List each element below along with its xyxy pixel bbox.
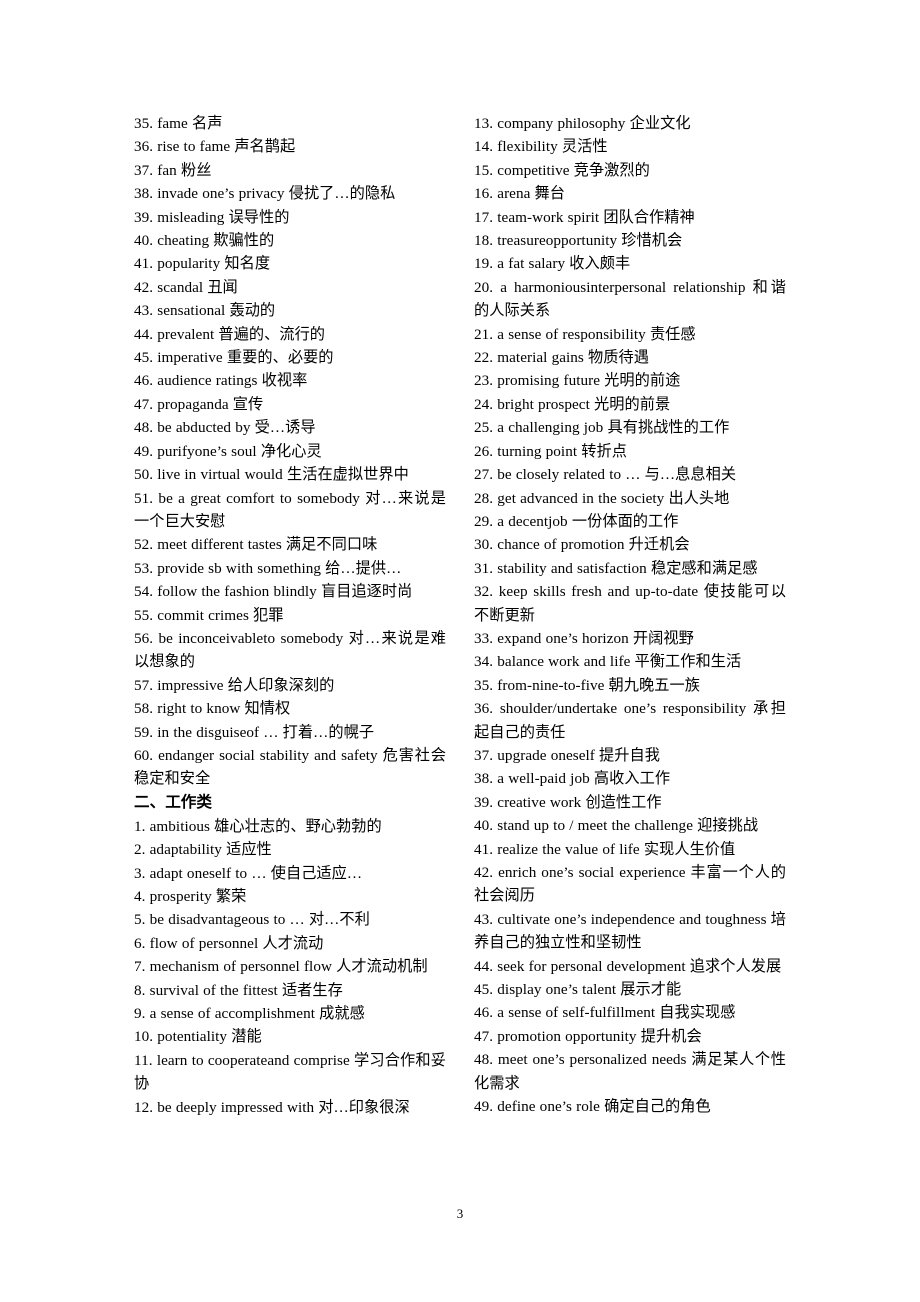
vocab-entry: 47. propaganda 宣传 xyxy=(134,395,264,413)
vocab-entry: 46. audience ratings 收视率 xyxy=(134,372,308,390)
vocab-entry: 44. prevalent 普遍的、流行的 xyxy=(134,325,326,343)
vocab-entry: 43. cultivate one’s independence and tou… xyxy=(474,910,786,952)
vocab-entry: 12. be deeply impressed with 对…印象很深 xyxy=(134,1098,410,1116)
vocab-entry: 55. commit crimes 犯罪 xyxy=(134,606,284,624)
vocab-entry: 51. be a great comfort to somebody 对…来说是… xyxy=(134,489,446,530)
vocab-entry: 22. material gains 物质待遇 xyxy=(474,349,649,367)
right-column-entries: 13. company philosophy 企业文化 14. flexibili… xyxy=(474,112,786,1118)
vocab-entry: 45. display one’s talent 展示才能 xyxy=(474,981,682,999)
vocab-entry: 1. ambitious 雄心壮志的、野心勃勃的 xyxy=(134,817,382,835)
vocab-entry: 44. seek for personal development 追求个人发展 xyxy=(474,957,782,975)
vocab-entry: 57. impressive 给人印象深刻的 xyxy=(134,676,335,694)
vocab-entry: 5. be disadvantageous to … 对…不利 xyxy=(134,911,370,929)
vocab-entry: 25. a challenging job 具有挑战性的工作 xyxy=(474,419,730,437)
two-column-body: 35. fame 名声 36. rise to fame 声名鹊起 37. fan … xyxy=(134,112,786,1172)
vocab-entry: 41. popularity 知名度 xyxy=(134,255,271,273)
vocab-entry: 34. balance work and life 平衡工作和生活 xyxy=(474,653,742,671)
vocab-entry: 41. realize the value of life 实现人生价值 xyxy=(474,840,736,858)
vocab-entry: 48. be abducted by 受…诱导 xyxy=(134,419,316,437)
left-column: 35. fame 名声 36. rise to fame 声名鹊起 37. fan … xyxy=(134,112,446,1119)
vocab-entry: 60. endanger social stability and safety… xyxy=(134,746,446,788)
vocab-entry: 20. a harmoniousinterpersonal relationsh… xyxy=(474,278,786,320)
vocab-entry: 35. fame 名声 xyxy=(134,115,223,132)
vocab-entry: 37. fan 粉丝 xyxy=(134,161,212,179)
vocab-entry: 37. upgrade oneself 提升自我 xyxy=(474,746,660,764)
left-column-entries-after-heading: 1. ambitious 雄心壮志的、野心勃勃的 2. adaptability … xyxy=(134,815,446,1119)
vocab-entry: 7. mechanism of personnel flow 人才流动机制 xyxy=(134,958,428,976)
vocab-entry: 10. potentiality 潜能 xyxy=(134,1028,262,1046)
vocab-entry: 18. treasureopportunity 珍惜机会 xyxy=(474,232,683,250)
vocab-entry: 36. rise to fame 声名鹊起 xyxy=(134,138,296,156)
vocab-entry: 8. survival of the fittest 适者生存 xyxy=(134,981,343,999)
vocab-entry: 14. flexibility 灵活性 xyxy=(474,138,608,156)
vocab-entry: 52. meet different tastes 满足不同口味 xyxy=(134,536,378,554)
document-page: 35. fame 名声 36. rise to fame 声名鹊起 37. fan … xyxy=(0,0,920,1302)
vocab-entry: 47. promotion opportunity 提升机会 xyxy=(474,1027,702,1045)
vocab-entry: 53. provide sb with something 给…提供… xyxy=(134,559,402,577)
vocab-entry: 50. live in virtual would 生活在虚拟世界中 xyxy=(134,466,409,484)
vocab-entry: 19. a fat salary 收入颇丰 xyxy=(474,255,631,273)
vocab-entry: 31. stability and satisfaction 稳定感和满足感 xyxy=(474,559,758,577)
vocab-entry: 54. follow the fashion blindly 盲目追逐时尚 xyxy=(134,583,413,601)
vocab-entry: 48. meet one’s personalized needs 满足某人个性… xyxy=(474,1051,786,1092)
vocab-entry: 28. get advanced in the society 出人头地 xyxy=(474,489,730,507)
vocab-entry: 43. sensational 轰动的 xyxy=(134,302,276,320)
vocab-entry: 49. purifyone’s soul 净化心灵 xyxy=(134,442,322,460)
vocab-entry: 11. learn to cooperateand comprise 学习合作和… xyxy=(134,1051,446,1093)
vocab-entry: 23. promising future 光明的前途 xyxy=(474,372,681,390)
vocab-entry: 17. team-work spirit 团队合作精神 xyxy=(474,208,695,226)
vocab-entry: 40. cheating 欺骗性的 xyxy=(134,232,275,250)
vocab-entry: 42. enrich one’s social experience 丰富一个人… xyxy=(474,864,786,905)
vocab-entry: 38. invade one’s privacy 侵扰了…的隐私 xyxy=(134,185,396,203)
vocab-entry: 46. a sense of self-fulfillment 自我实现感 xyxy=(474,1004,736,1022)
vocab-entry: 42. scandal 丑闻 xyxy=(134,278,238,296)
vocab-entry: 9. a sense of accomplishment 成就感 xyxy=(134,1005,365,1023)
vocab-entry: 15. competitive 竞争激烈的 xyxy=(474,161,650,179)
section-heading-work: 二、工作类 xyxy=(134,793,212,811)
vocab-entry: 45. imperative 重要的、必要的 xyxy=(134,349,334,367)
vocab-entry: 35. from-nine-to-five 朝九晚五一族 xyxy=(474,676,700,694)
vocab-entry: 58. right to know 知情权 xyxy=(134,700,291,718)
vocab-entry: 4. prosperity 繁荣 xyxy=(134,888,247,905)
right-column: 13. company philosophy 企业文化 14. flexibili… xyxy=(474,112,786,1118)
vocab-entry: 6. flow of personnel 人才流动 xyxy=(134,934,324,952)
vocab-entry: 36. shoulder/undertake one’s responsibil… xyxy=(474,700,786,741)
vocab-entry: 26. turning point 转折点 xyxy=(474,442,627,460)
vocab-entry: 40. stand up to / meet the challenge 迎接挑… xyxy=(474,817,759,835)
vocab-entry: 32. keep skills fresh and up-to-date 使技能… xyxy=(474,583,786,624)
vocab-entry: 56. be inconceivableto somebody 对…来说是难以想… xyxy=(134,629,446,671)
vocab-entry: 30. chance of promotion 升迁机会 xyxy=(474,536,690,554)
vocab-entry: 24. bright prospect 光明的前景 xyxy=(474,395,671,413)
vocab-entry: 3. adapt oneself to … 使自己适应… xyxy=(134,864,363,882)
vocab-entry: 59. in the disguiseof … 打着…的幌子 xyxy=(134,723,375,741)
vocab-entry: 27. be closely related to … 与…息息相关 xyxy=(474,466,737,484)
vocab-entry: 39. creative work 创造性工作 xyxy=(474,793,662,811)
vocab-entry: 29. a decentjob 一份体面的工作 xyxy=(474,512,679,530)
vocab-entry: 16. arena 舞台 xyxy=(474,185,566,203)
vocab-entry: 39. misleading 误导性的 xyxy=(134,208,290,226)
page-number: 3 xyxy=(456,1206,464,1221)
vocab-entry: 13. company philosophy 企业文化 xyxy=(474,115,691,132)
vocab-entry: 33. expand one’s horizon 开阔视野 xyxy=(474,629,694,647)
vocab-entry: 2. adaptability 适应性 xyxy=(134,841,272,859)
vocab-entry: 49. define one’s role 确定自己的角色 xyxy=(474,1098,711,1116)
vocab-entry: 38. a well-paid job 高收入工作 xyxy=(474,770,671,788)
vocab-entry: 21. a sense of responsibility 责任感 xyxy=(474,325,696,343)
left-column-entries-before-heading: 35. fame 名声 36. rise to fame 声名鹊起 37. fan … xyxy=(134,112,446,791)
